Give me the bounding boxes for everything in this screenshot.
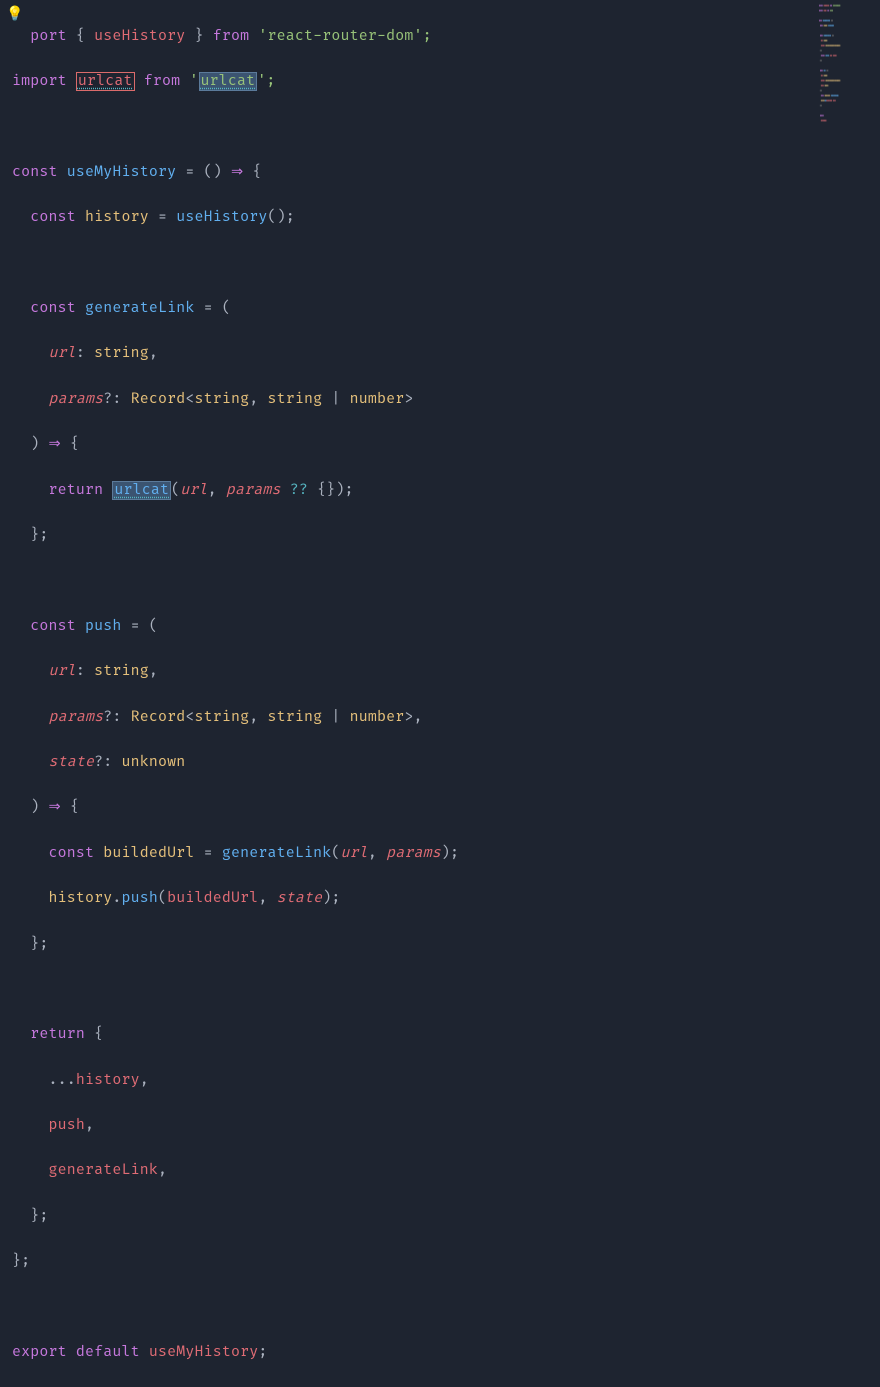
code-line: ...history, <box>12 1070 880 1093</box>
code-line: url: string, <box>12 661 880 684</box>
code-line: return { <box>12 1024 880 1047</box>
code-line: }; <box>12 1251 880 1274</box>
code-line: const generateLink = ( <box>12 298 880 321</box>
code-editor[interactable]: port { useHistory } from 'react-router-d… <box>0 0 880 1387</box>
highlighted-symbol[interactable]: urlcat <box>112 481 171 500</box>
code-line: url: string, <box>12 343 880 366</box>
code-line: const useMyHistory = () ⇒ { <box>12 162 880 185</box>
code-line: ) ⇒ { <box>12 797 880 820</box>
code-line: params?: Record<string, string | number>… <box>12 707 880 730</box>
code-line <box>12 979 880 1002</box>
code-line: state?: unknown <box>12 752 880 775</box>
code-line <box>12 570 880 593</box>
code-line: return urlcat(url, params ?? {}); <box>12 480 880 503</box>
code-line: const history = useHistory(); <box>12 207 880 230</box>
code-line: }; <box>12 1206 880 1229</box>
code-line: history.push(buildedUrl, state); <box>12 888 880 911</box>
code-line: export default useMyHistory; <box>12 1342 880 1365</box>
highlighted-symbol[interactable]: urlcat <box>76 72 135 91</box>
code-line: push, <box>12 1115 880 1138</box>
code-line: const push = ( <box>12 616 880 639</box>
code-line: }; <box>12 525 880 548</box>
code-line <box>12 116 880 139</box>
code-line: const buildedUrl = generateLink(url, par… <box>12 843 880 866</box>
code-line: ) ⇒ { <box>12 434 880 457</box>
code-line: params?: Record<string, string | number> <box>12 389 880 412</box>
code-line: port { useHistory } from 'react-router-d… <box>12 26 880 49</box>
lightbulb-icon[interactable]: 💡 <box>6 4 23 27</box>
highlighted-string[interactable]: urlcat <box>199 72 258 91</box>
code-line: import urlcat from 'urlcat'; <box>12 71 880 94</box>
code-line <box>12 1297 880 1320</box>
code-line <box>12 253 880 276</box>
code-line: generateLink, <box>12 1160 880 1183</box>
code-line: }; <box>12 934 880 957</box>
